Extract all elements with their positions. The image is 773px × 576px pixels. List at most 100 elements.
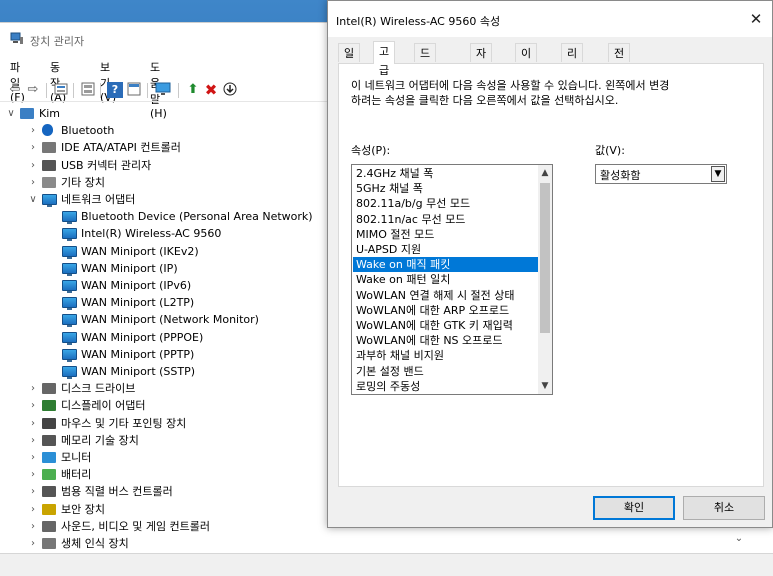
tree-item-label: WAN Miniport (L2TP): [81, 296, 195, 310]
chevron-down-icon[interactable]: ∨: [28, 191, 38, 208]
monitor-icon[interactable]: [155, 82, 171, 98]
tree-item-label: WAN Miniport (SSTP): [81, 365, 196, 378]
chevron-right-icon[interactable]: ›: [28, 139, 38, 156]
sound-icon: [42, 520, 56, 532]
property-list[interactable]: 2.4GHz 채널 폭 5GHz 채널 폭 802.11a/b/g 무선 모드 802…: [351, 164, 553, 395]
tree-item-label: Bluetooth: [61, 124, 115, 138]
property-list-item[interactable]: WoWLAN 연결 해제 시 절전 상태: [353, 288, 538, 303]
property-list-item[interactable]: 802.11n/ac 무선 모드: [353, 212, 538, 227]
toolbar-separator: [73, 83, 74, 98]
usb-icon: [42, 159, 56, 171]
tree-item-label: IDE ATA/ATAPI 컨트롤러: [61, 141, 181, 155]
mouse-icon: [42, 417, 56, 429]
chevron-right-icon[interactable]: ›: [28, 535, 38, 552]
update-driver-icon[interactable]: ⬆: [185, 82, 201, 98]
property-list-item[interactable]: 기본 설정 밴드: [353, 364, 538, 379]
value-dropdown-text: 활성화함: [600, 169, 641, 182]
tree-item-label: 마우스 및 기타 포인팅 장치: [61, 416, 187, 430]
property-list-item[interactable]: WoWLAN에 대한 NS 오프로드: [353, 333, 538, 348]
usb-icon: [42, 486, 56, 498]
device-list-icon[interactable]: [80, 82, 96, 98]
property-list-item[interactable]: 과부하 채널 비지원: [353, 348, 538, 363]
toolbar-separator: [46, 83, 47, 98]
ok-button[interactable]: 확인: [593, 496, 675, 520]
dropdown-arrow-icon[interactable]: ▼: [711, 166, 725, 182]
description-line-1: 이 네트워크 어댑터에 다음 속성을 사용할 수 있습니다. 왼쪽에서 변경: [351, 79, 670, 92]
uninstall-x-icon[interactable]: ✖: [203, 82, 219, 98]
tree-item-label: WAN Miniport (IPv6): [81, 279, 192, 292]
cancel-button[interactable]: 취소: [683, 496, 765, 520]
tree-item-label: 모니터: [61, 451, 92, 464]
network-adapter-icon: [62, 348, 77, 362]
tree-item-label: 생체 인식 장치: [61, 537, 129, 550]
toolbar-separator: [178, 83, 179, 98]
chevron-right-icon[interactable]: ›: [28, 518, 38, 535]
chevron-down-icon[interactable]: ∨: [6, 105, 16, 122]
help-icon[interactable]: ?: [107, 82, 123, 98]
toolbar-separator: [147, 83, 148, 98]
scroll-up-icon[interactable]: ▲: [538, 166, 552, 180]
chevron-right-icon[interactable]: ›: [28, 501, 38, 518]
chevron-right-icon[interactable]: ›: [28, 483, 38, 500]
tab-resources[interactable]: 리소스: [561, 43, 584, 98]
tab-power-management[interactable]: 전원 관리: [608, 43, 631, 117]
property-list-item[interactable]: U-APSD 지원: [353, 242, 538, 257]
close-icon[interactable]: ✕: [742, 7, 770, 31]
dialog-titlebar: Intel(R) Wireless-AC 9560 속성 ✕: [328, 1, 772, 37]
property-list-scrollbar[interactable]: ▲ ▼: [538, 165, 552, 394]
disk-drive-icon: [42, 383, 56, 395]
property-list-item[interactable]: Wake on 패턴 일치: [353, 272, 538, 287]
chevron-right-icon[interactable]: ›: [28, 174, 38, 191]
tree-item-label: 메모리 기술 장치: [61, 433, 139, 447]
chevron-right-icon[interactable]: ›: [28, 449, 38, 466]
chevron-right-icon[interactable]: ›: [28, 466, 38, 483]
chevron-right-icon[interactable]: ›: [28, 397, 38, 414]
network-adapter-icon: [62, 331, 77, 345]
computer-icon: [20, 108, 34, 119]
property-list-item[interactable]: 2.4GHz 채널 폭: [353, 166, 538, 181]
monitor-icon: [42, 452, 56, 463]
description-text: 이 네트워크 어댑터에 다음 속성을 사용할 수 있습니다. 왼쪽에서 변경 하…: [351, 78, 751, 108]
property-list-item[interactable]: 로밍의 주동성: [353, 379, 538, 394]
tab-events[interactable]: 이벤트: [515, 43, 538, 98]
tree-item-label: WAN Miniport (PPPOE): [81, 330, 204, 344]
tree-item-label: 기타 장치: [61, 175, 105, 189]
chevron-right-icon[interactable]: ›: [28, 157, 38, 174]
forward-arrow-icon[interactable]: ⇨: [25, 82, 41, 98]
back-arrow-icon[interactable]: ⇦: [7, 82, 23, 98]
network-adapter-icon: [62, 245, 77, 259]
tab-general[interactable]: 일반: [338, 43, 361, 79]
biometric-icon: [42, 538, 56, 549]
properties-dialog: Intel(R) Wireless-AC 9560 속성 ✕ 일반 고급 드라이…: [327, 0, 773, 528]
tab-driver[interactable]: 드라이버: [414, 43, 437, 117]
scroll-thumb[interactable]: [540, 183, 550, 333]
description-line-2: 하려는 속성을 클릭한 다음 오른쪽에서 값을 선택하십시오.: [351, 94, 619, 107]
download-arrow-icon[interactable]: [222, 82, 238, 98]
property-list-item[interactable]: WoWLAN에 대한 GTK 키 재입력: [353, 318, 538, 333]
property-list-item[interactable]: Wake on 매직 패킷: [353, 257, 538, 273]
tree-scroll-down-icon[interactable]: ⌄: [733, 533, 745, 547]
network-adapter-icon: [62, 314, 77, 328]
view-icon[interactable]: [126, 82, 142, 98]
tree-item-label: 사운드, 비디오 및 게임 컨트롤러: [61, 519, 211, 533]
properties-icon[interactable]: [53, 82, 69, 98]
tree-item-label: WAN Miniport (PPTP): [81, 347, 195, 361]
tab-advanced[interactable]: 고급: [373, 41, 396, 77]
property-list-item[interactable]: 5GHz 채널 폭: [353, 181, 538, 196]
chevron-right-icon[interactable]: ›: [28, 415, 38, 432]
device-manager-title: 장치 관리자: [30, 35, 85, 48]
property-list-item[interactable]: WoWLAN에 대한 ARP 오프로드: [353, 303, 538, 318]
value-dropdown[interactable]: 활성화함 ▼: [595, 164, 727, 184]
property-list-item[interactable]: MIMO 절전 모드: [353, 227, 538, 242]
scroll-down-icon[interactable]: ▼: [538, 379, 552, 393]
display-adapter-icon: [42, 400, 56, 412]
device-manager-app-icon: [10, 32, 23, 44]
tree-item-label: 보안 장치: [61, 502, 105, 516]
chevron-right-icon[interactable]: ›: [28, 122, 38, 139]
network-adapter-icon: [62, 280, 77, 293]
property-list-item[interactable]: 802.11a/b/g 무선 모드: [353, 196, 538, 211]
tab-details[interactable]: 자세히: [470, 43, 493, 98]
chevron-right-icon[interactable]: ›: [28, 432, 38, 449]
chevron-right-icon[interactable]: ›: [28, 380, 38, 397]
network-adapter-icon: [62, 228, 77, 242]
